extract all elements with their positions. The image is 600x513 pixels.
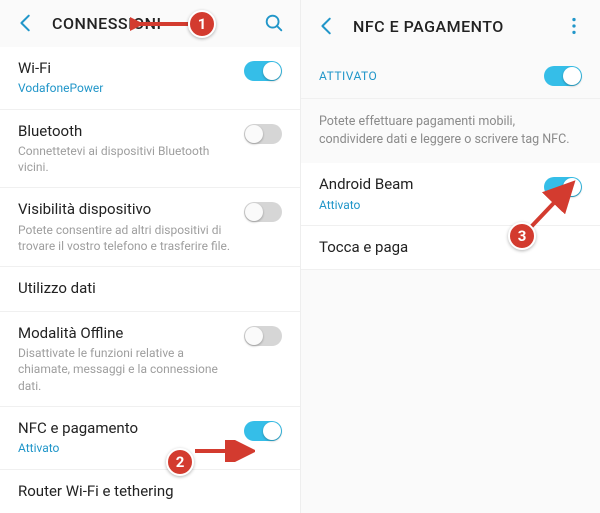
row-title: Bluetooth [18,122,234,142]
row-title: Tocca e paga [319,238,582,258]
row-offline-mode[interactable]: Modalità Offline Disattivate le funzioni… [0,312,300,407]
row-title: Wi-Fi [18,59,234,79]
row-title: Visibilità dispositivo [18,200,234,220]
visibility-toggle[interactable] [244,202,282,222]
annotation-badge-2: 2 [166,448,194,476]
annotation-badge-3: 3 [508,222,536,250]
row-sub: VodafonePower [18,80,234,96]
row-nfc-payment[interactable]: NFC e pagamento Attivato [0,407,300,470]
nfc-master-toggle[interactable] [544,66,582,86]
titlebar-left: CONNESSIONI [0,0,300,47]
row-data-usage[interactable]: Utilizzo dati [0,267,300,312]
row-title: Modalità Offline [18,324,234,344]
titlebar-right: NFC E PAGAMENTO [301,0,600,52]
row-tap-pay[interactable]: Tocca e paga [301,226,600,271]
row-title: Router Wi-Fi e tethering [18,482,282,502]
annotation-badge-1: 1 [188,10,216,38]
android-beam-toggle[interactable] [544,177,582,197]
nfc-payment-screen: NFC E PAGAMENTO ATTIVATO Potete effettua… [300,0,600,513]
back-icon[interactable] [14,11,38,35]
bluetooth-toggle[interactable] [244,124,282,144]
row-title: NFC e pagamento [18,419,234,439]
page-title: NFC E PAGAMENTO [353,17,548,36]
row-sub: Attivato [319,197,534,213]
section-attivato: ATTIVATO [301,52,600,99]
more-icon[interactable] [562,14,586,38]
row-wifi[interactable]: Wi-Fi VodafonePower [0,47,300,110]
connections-screen: CONNESSIONI Wi-Fi VodafonePower Bluetoot… [0,0,300,513]
row-title: Android Beam [319,175,534,195]
nfc-toggle[interactable] [244,421,282,441]
row-sub: Disattivate le funzioni relative a chiam… [18,345,234,394]
nfc-description: Potete effettuare pagamenti mobili, cond… [301,99,600,163]
row-title: Utilizzo dati [18,279,282,299]
row-tethering[interactable]: Router Wi-Fi e tethering [0,470,300,513]
section-label: ATTIVATO [319,68,534,84]
row-sub: Potete consentire ad altri dispositivi d… [18,222,234,254]
page-title: CONNESSIONI [52,14,248,33]
back-icon[interactable] [315,14,339,38]
row-visibility[interactable]: Visibilità dispositivo Potete consentire… [0,188,300,267]
row-sub: Connettetevi ai dispositivi Bluetooth vi… [18,143,234,175]
row-android-beam[interactable]: Android Beam Attivato [301,163,600,226]
row-bluetooth[interactable]: Bluetooth Connettetevi ai dispositivi Bl… [0,110,300,189]
row-sub: Attivato [18,440,234,456]
wifi-toggle[interactable] [244,61,282,81]
search-icon[interactable] [262,11,286,35]
offline-toggle[interactable] [244,326,282,346]
